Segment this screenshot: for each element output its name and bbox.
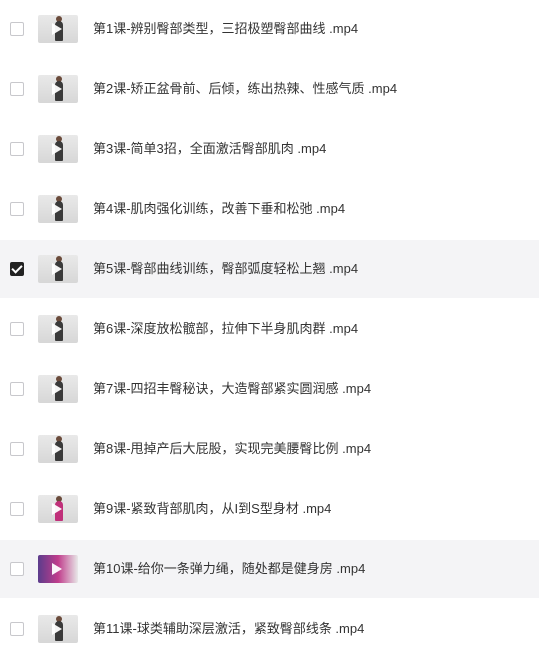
- file-name[interactable]: 第3课-简单3招，全面激活臀部肌肉 .mp4: [93, 141, 326, 157]
- play-icon: [52, 563, 62, 575]
- row-checkbox[interactable]: [10, 142, 24, 156]
- video-thumbnail[interactable]: [38, 555, 78, 583]
- play-icon: [52, 203, 62, 215]
- file-name[interactable]: 第6课-深度放松髋部，拉伸下半身肌肉群 .mp4: [93, 321, 358, 337]
- file-row[interactable]: 第9课-紧致背部肌肉，从I到S型身材 .mp4: [0, 480, 539, 538]
- row-checkbox[interactable]: [10, 82, 24, 96]
- play-icon: [52, 623, 62, 635]
- file-row[interactable]: 第11课-球类辅助深层激活，紧致臀部线条 .mp4: [0, 600, 539, 658]
- file-name[interactable]: 第11课-球类辅助深层激活，紧致臀部线条 .mp4: [93, 621, 364, 637]
- file-row[interactable]: 第6课-深度放松髋部，拉伸下半身肌肉群 .mp4: [0, 300, 539, 358]
- file-row[interactable]: 第5课-臀部曲线训练，臀部弧度轻松上翘 .mp4: [0, 240, 539, 298]
- file-name[interactable]: 第2课-矫正盆骨前、后倾，练出热辣、性感气质 .mp4: [93, 81, 397, 97]
- file-name[interactable]: 第5课-臀部曲线训练，臀部弧度轻松上翘 .mp4: [93, 261, 358, 277]
- play-icon: [52, 443, 62, 455]
- video-thumbnail[interactable]: [38, 135, 78, 163]
- row-checkbox[interactable]: [10, 262, 24, 276]
- row-checkbox[interactable]: [10, 622, 24, 636]
- file-name[interactable]: 第4课-肌肉强化训练，改善下垂和松弛 .mp4: [93, 201, 345, 217]
- play-icon: [52, 263, 62, 275]
- row-checkbox[interactable]: [10, 382, 24, 396]
- video-thumbnail[interactable]: [38, 15, 78, 43]
- video-thumbnail[interactable]: [38, 615, 78, 643]
- play-icon: [52, 383, 62, 395]
- row-checkbox[interactable]: [10, 322, 24, 336]
- file-name[interactable]: 第7课-四招丰臀秘诀，大造臀部紧实圆润感 .mp4: [93, 381, 371, 397]
- play-icon: [52, 503, 62, 515]
- file-row[interactable]: 第10课-给你一条弹力绳，随处都是健身房 .mp4: [0, 540, 539, 598]
- video-thumbnail[interactable]: [38, 75, 78, 103]
- play-icon: [52, 323, 62, 335]
- video-thumbnail[interactable]: [38, 435, 78, 463]
- file-name[interactable]: 第1课-辨别臀部类型，三招极塑臀部曲线 .mp4: [93, 21, 358, 37]
- video-thumbnail[interactable]: [38, 195, 78, 223]
- file-row[interactable]: 第3课-简单3招，全面激活臀部肌肉 .mp4: [0, 120, 539, 178]
- video-thumbnail[interactable]: [38, 255, 78, 283]
- video-thumbnail[interactable]: [38, 375, 78, 403]
- file-row[interactable]: 第7课-四招丰臀秘诀，大造臀部紧实圆润感 .mp4: [0, 360, 539, 418]
- play-icon: [52, 83, 62, 95]
- video-thumbnail[interactable]: [38, 495, 78, 523]
- play-icon: [52, 143, 62, 155]
- play-icon: [52, 23, 62, 35]
- file-name[interactable]: 第8课-甩掉产后大屁股，实现完美腰臀比例 .mp4: [93, 441, 371, 457]
- file-name[interactable]: 第9课-紧致背部肌肉，从I到S型身材 .mp4: [93, 501, 331, 517]
- file-row[interactable]: 第2课-矫正盆骨前、后倾，练出热辣、性感气质 .mp4: [0, 60, 539, 118]
- row-checkbox[interactable]: [10, 562, 24, 576]
- file-row[interactable]: 第1课-辨别臀部类型，三招极塑臀部曲线 .mp4: [0, 0, 539, 58]
- file-name[interactable]: 第10课-给你一条弹力绳，随处都是健身房 .mp4: [93, 561, 365, 577]
- row-checkbox[interactable]: [10, 22, 24, 36]
- row-checkbox[interactable]: [10, 442, 24, 456]
- file-row[interactable]: 第8课-甩掉产后大屁股，实现完美腰臀比例 .mp4: [0, 420, 539, 478]
- video-thumbnail[interactable]: [38, 315, 78, 343]
- row-checkbox[interactable]: [10, 502, 24, 516]
- row-checkbox[interactable]: [10, 202, 24, 216]
- file-list: 第1课-辨别臀部类型，三招极塑臀部曲线 .mp4 第2课-矫正盆骨前、后倾，练出…: [0, 0, 539, 658]
- file-row[interactable]: 第4课-肌肉强化训练，改善下垂和松弛 .mp4: [0, 180, 539, 238]
